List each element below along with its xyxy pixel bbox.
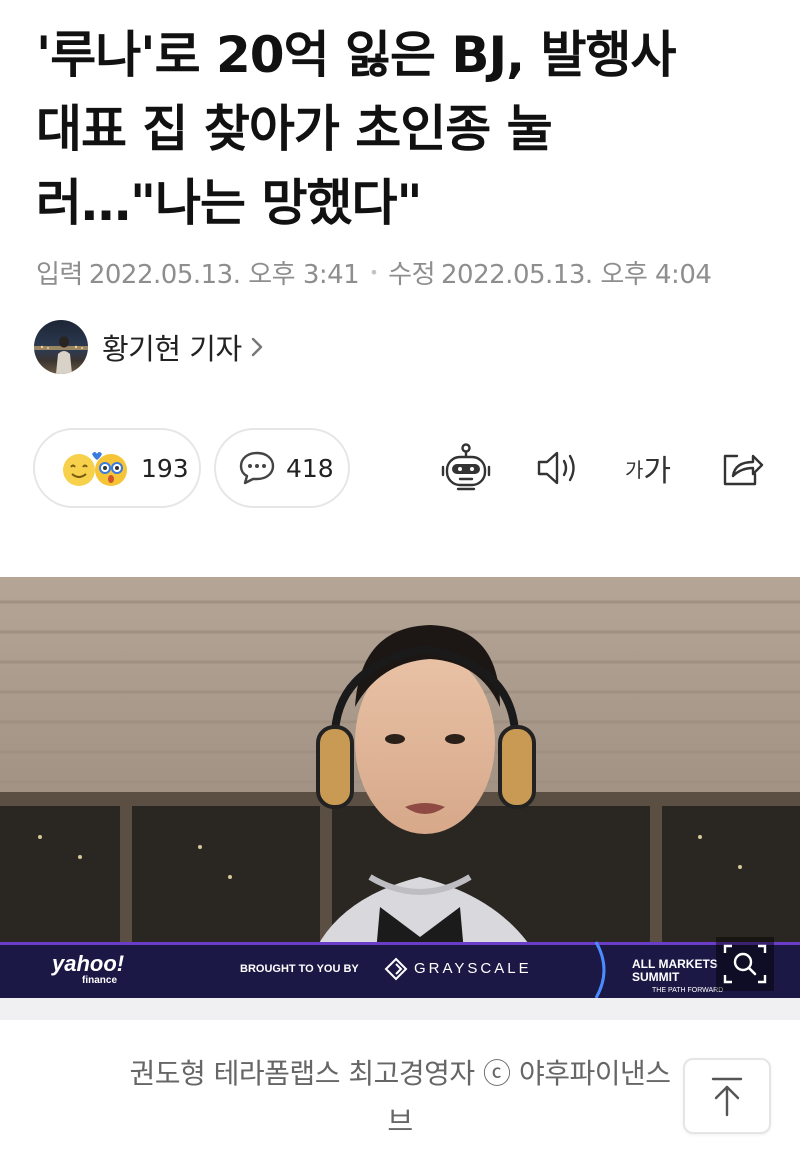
scroll-to-top-button[interactable]	[683, 1058, 771, 1134]
reporter-link[interactable]: 황기현 기자	[34, 320, 264, 374]
font-size-large-label: 가	[643, 454, 671, 489]
reaction-emoji-icon	[63, 452, 127, 486]
meta-separator: •	[369, 262, 379, 282]
comment-button[interactable]: 418	[214, 428, 350, 508]
article-title: '루나'로 20억 잃은 BJ, 발행사 대표 집 찾아가 초인종 눌 러…"나…	[36, 18, 776, 240]
zoom-icon	[723, 944, 767, 984]
comment-count: 418	[286, 453, 334, 483]
reaction-button[interactable]: 193	[33, 428, 201, 508]
summit-label: ALL MARKETS SUMMIT THE PATH FORWARD	[632, 957, 724, 995]
article-meta: 입력 2022.05.13. 오후 3:41 • 수정 2022.05.13. …	[36, 252, 712, 292]
yahoo-finance-logo: yahoo! finance	[52, 951, 125, 987]
share-button[interactable]	[712, 438, 772, 498]
caption-line-2: 브	[387, 1105, 413, 1138]
modified-datetime: 2022.05.13. 오후 4:04	[441, 259, 712, 290]
share-icon	[723, 454, 764, 486]
zoom-image-button[interactable]	[716, 937, 774, 991]
grayscale-logo-icon	[384, 957, 408, 981]
reaction-count: 193	[141, 453, 189, 483]
sponsor-name: GRAYSCALE	[414, 960, 532, 977]
chevron-right-icon	[251, 337, 262, 357]
published-datetime: 2022.05.13. 오후 3:41	[88, 259, 360, 290]
caption-line-1: 권도형 테라폼랩스 최고경영자 ⓒ 야후파이낸스	[129, 1057, 671, 1090]
sponsor-label: BROUGHT TO YOU BY	[240, 963, 359, 975]
article-video[interactable]: yahoo! finance BROUGHT TO YOU BY GRAYSCA…	[0, 577, 800, 1020]
photo-caption: 권도형 테라폼랩스 최고경영자 ⓒ 야후파이낸스 브	[40, 1050, 760, 1146]
published-label: 입력	[36, 259, 83, 290]
summary-robot-button[interactable]	[436, 438, 496, 498]
arrow-up-icon	[711, 1077, 743, 1117]
reporter-name: 황기현 기자	[102, 332, 242, 366]
font-size-button[interactable]: 가가	[618, 438, 678, 498]
font-size-small-label: 가	[624, 457, 644, 482]
text-to-speech-button[interactable]	[528, 438, 588, 498]
title-line-2: 대표 집 찾아가 초인종 눌	[36, 100, 553, 158]
comment-icon	[239, 451, 275, 485]
modified-label: 수정	[388, 259, 436, 290]
title-line-1: '루나'로 20억 잃은 BJ, 발행사	[36, 26, 677, 84]
title-line-3: 러…"나는 망했다"	[36, 174, 423, 232]
speaker-icon	[537, 451, 575, 485]
reporter-avatar	[34, 320, 88, 374]
robot-summary-icon	[441, 443, 491, 491]
